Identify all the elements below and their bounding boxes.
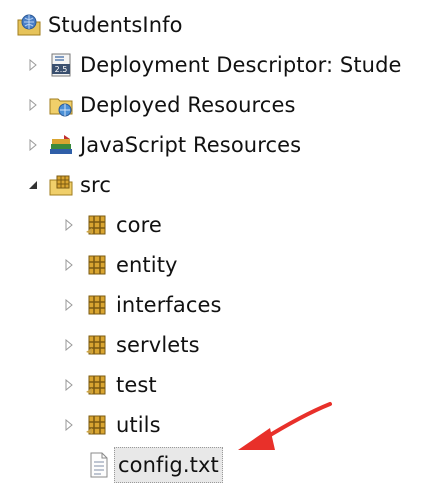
tree-item-label: StudentsInfo: [48, 13, 183, 37]
tree-item-label: test: [116, 373, 157, 397]
text-file-icon: [84, 450, 114, 480]
tree-item-label: utils: [116, 413, 161, 437]
package-icon: [82, 330, 112, 360]
package-icon: [82, 210, 112, 240]
tree-item-label: servlets: [116, 333, 200, 357]
tree-item-javascript-resources[interactable]: JavaScript Resources: [26, 128, 301, 162]
tree-item-deployed-resources[interactable]: Deployed Resources: [26, 88, 296, 122]
web-project-icon: [14, 10, 44, 40]
tree-item-label: JavaScript Resources: [80, 133, 302, 157]
deployment-descriptor-icon: 2.5: [46, 50, 76, 80]
expand-arrow-icon[interactable]: [26, 138, 40, 152]
tree-item-label: Deployment Descriptor: Stude: [80, 53, 402, 77]
package-icon: [82, 250, 112, 280]
expand-arrow-icon[interactable]: [62, 298, 76, 312]
tree-item-package-entity[interactable]: entity: [62, 248, 178, 282]
deployed-resources-icon: [46, 90, 76, 120]
expand-arrow-icon[interactable]: [26, 98, 40, 112]
tree-item-label: core: [116, 213, 162, 237]
tree-item-src[interactable]: src: [26, 168, 111, 202]
expand-arrow-icon[interactable]: [62, 338, 76, 352]
source-folder-icon: [46, 170, 76, 200]
tree-item-project[interactable]: StudentsInfo: [14, 8, 183, 42]
tree-item-label: config.txt: [114, 447, 223, 483]
tree-item-deployment-descriptor[interactable]: 2.5 Deployment Descriptor: Stude: [26, 48, 402, 82]
javascript-resources-icon: [46, 130, 76, 160]
tree-item-package-servlets[interactable]: servlets: [62, 328, 200, 362]
expand-arrow-icon[interactable]: [62, 378, 76, 392]
tree-item-package-test[interactable]: test: [62, 368, 157, 402]
tree-item-config-txt[interactable]: config.txt: [84, 447, 223, 483]
tree-item-package-interfaces[interactable]: interfaces: [62, 288, 222, 322]
package-icon: [82, 410, 112, 440]
tree-item-package-utils[interactable]: utils: [62, 408, 161, 442]
expand-arrow-icon[interactable]: [62, 258, 76, 272]
collapse-arrow-icon[interactable]: [26, 178, 40, 192]
tree-item-label: Deployed Resources: [80, 93, 296, 117]
package-icon: [82, 370, 112, 400]
tree-item-label: src: [80, 173, 111, 197]
tree-item-package-core[interactable]: core: [62, 208, 162, 242]
expand-arrow-icon[interactable]: [62, 418, 76, 432]
expand-arrow-icon[interactable]: [62, 218, 76, 232]
expand-arrow-icon[interactable]: [26, 58, 40, 72]
tree-item-label: entity: [116, 253, 178, 277]
package-icon: [82, 290, 112, 320]
svg-text:2.5: 2.5: [55, 65, 68, 74]
tree-item-label: interfaces: [116, 293, 222, 317]
